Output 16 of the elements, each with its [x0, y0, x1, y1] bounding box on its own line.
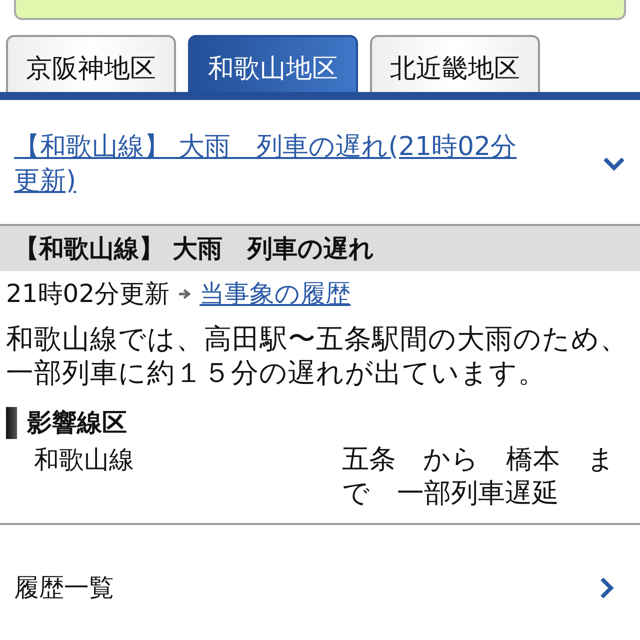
line-name: 和歌山線: [34, 444, 135, 476]
history-link[interactable]: 当事象の履歴: [200, 277, 351, 310]
chevron-right-icon: [600, 576, 614, 598]
incident-title: 【和歌山線】 大雨 列車の遅れ: [14, 233, 375, 265]
update-time: 21時02分更新: [6, 278, 170, 310]
incident-message: 和歌山線では、高田駅〜五条駅間の大雨のため、一部列車に約１５分の遅れが出ています。: [5, 322, 629, 390]
chevron-icon[interactable]: [602, 156, 626, 172]
heading-bar: [6, 406, 17, 438]
section-heading: 影響線区: [27, 407, 127, 439]
arrow-icon: [178, 288, 192, 300]
history-list-item[interactable]: 履歴一覧: [0, 525, 640, 604]
delay-detail: 五条 から 橋本 まで 一部列車遅延: [342, 443, 616, 511]
notice-link[interactable]: 【和歌山線】 大雨 列車の遅れ(21時02分更新): [14, 130, 602, 198]
region-tab[interactable]: 北近畿地区: [370, 35, 540, 92]
region-tab[interactable]: 京阪神地区: [6, 35, 176, 92]
region-tab[interactable]: 和歌山地区: [188, 35, 358, 92]
